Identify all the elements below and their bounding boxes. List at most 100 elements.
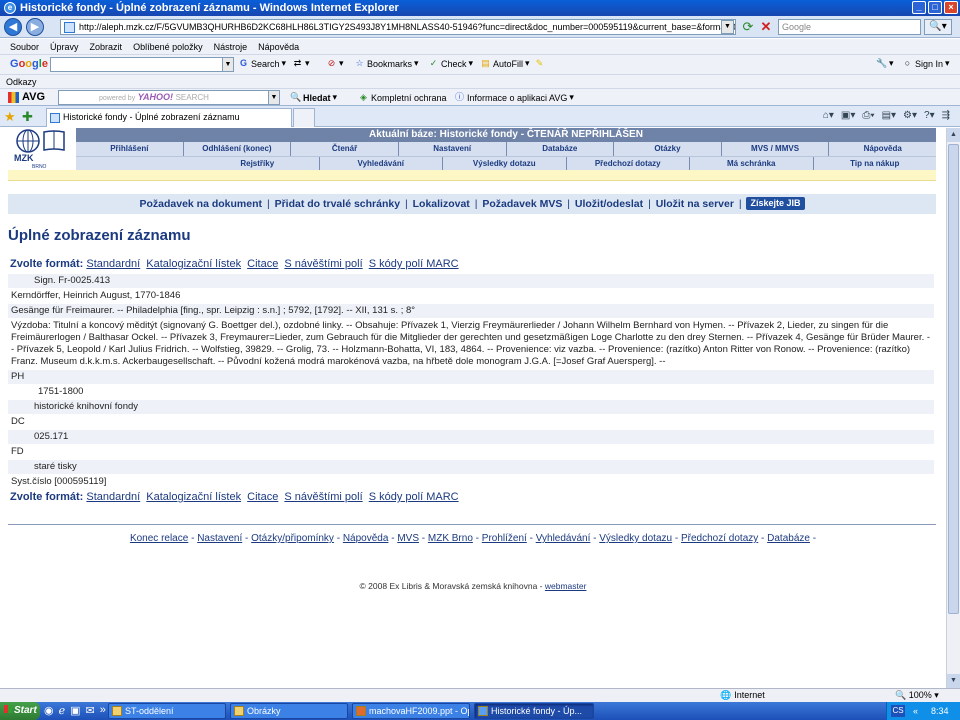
feeds-icon[interactable]: ▣▾ [841,110,855,121]
action-pozadavek-dokument[interactable]: Požadavek na dokument [139,198,262,210]
format-katalogizacni-listek[interactable]: Katalogizační lístek [146,258,241,270]
settings-button[interactable]: 🔧 ▾ [876,58,894,69]
nav-rejstriky[interactable]: Rejstříky [196,157,320,170]
google-search-button[interactable]: G Search ▾ [238,58,286,69]
menu-item-upravy[interactable]: Úpravy [50,42,79,52]
nav-prihlaseni[interactable]: Přihlášení [76,142,184,156]
firefox-icon[interactable]: ◉ [44,704,54,717]
nav-predchozi-dotazy[interactable]: Předchozí dotazy [567,157,690,170]
menu-item-zobrazit[interactable]: Zobrazit [90,42,123,52]
footer-link[interactable]: Databáze [767,533,810,544]
signin-button[interactable]: ○ Sign In ▾ [902,58,950,69]
popup-blocker-button[interactable]: ⊘ ▾ [326,58,344,69]
close-button[interactable]: × [944,1,958,14]
security-zone[interactable]: 🌐 Internet [720,689,765,702]
menu-item-nastroje[interactable]: Nástroje [214,42,248,52]
menu-item-oblibene[interactable]: Oblíbené položky [133,42,203,52]
action-ulozit-server[interactable]: Uložit na server [656,198,734,210]
avg-search-input[interactable]: powered by YAHOO! SEARCH [58,90,280,105]
highlight-button[interactable]: ✎ [534,58,545,69]
home-icon[interactable]: ⌂▾ [823,110,834,121]
refresh-icon[interactable]: ⟳ [740,19,756,35]
spellcheck-button[interactable]: ✓ Check ▾ [428,58,473,69]
scroll-down-arrow-icon[interactable]: ▼ [947,674,960,688]
format-citace[interactable]: Citace [247,258,278,270]
language-indicator[interactable]: CS [891,705,905,717]
action-pozadavek-mvs[interactable]: Požadavek MVS [482,198,562,210]
scroll-thumb[interactable] [948,144,959,614]
format-katalogizacni-listek[interactable]: Katalogizační lístek [146,491,241,503]
format-s-navestimi[interactable]: S návěštími polí [284,491,362,503]
favorites-star-icon[interactable]: ★ [4,109,16,125]
nav-vyhledavani[interactable]: Vyhledávání [320,157,443,170]
format-s-kody-marc[interactable]: S kódy polí MARC [369,258,459,270]
new-tab-button[interactable] [293,108,315,127]
stop-icon[interactable]: ✕ [758,19,774,35]
action-pridat-schranka[interactable]: Přidat do trvalé schránky [275,198,400,210]
mzk-logo[interactable]: MZK BRNO [8,128,74,170]
footer-link[interactable]: MZK Brno [428,533,473,544]
footer-link[interactable]: Konec relace [130,533,188,544]
print-icon[interactable]: ⎙▾ [862,110,874,121]
search-input[interactable]: Google [778,19,921,35]
minimize-button[interactable]: _ [912,1,926,14]
tray-expand-icon[interactable]: « [913,702,918,720]
tools-icon[interactable]: ⚙▾ [903,110,917,121]
footer-link[interactable]: Vyhledávání [536,533,591,544]
nav-vysledky-dotazu[interactable]: Výsledky dotazu [443,157,567,170]
avg-info-button[interactable]: ⓘ Informace o aplikaci AVG ▾ [454,92,574,103]
links-bar[interactable]: Odkazy [0,74,960,88]
nav-nastaveni[interactable]: Nastavení [399,142,507,156]
footer-link[interactable]: Výsledky dotazu [599,533,672,544]
hledat-button[interactable]: 🔍 Hledat ▾ [290,92,337,103]
zoom-level[interactable]: 🔍 100% ▾ [895,689,939,702]
nav-otazky[interactable]: Otázky [614,142,722,156]
page-menu-icon[interactable]: ▤▾ [882,110,896,121]
address-input[interactable]: http://aleph.mzk.cz/F/5GVUMB3QHURHB6D2KC… [60,19,736,35]
nav-napoveda[interactable]: Nápověda [829,142,936,156]
ie-quicklaunch-icon[interactable]: ℯ [59,704,66,717]
nav-ma-schranka[interactable]: Má schránka [690,157,814,170]
autofill-button[interactable]: ▤ AutoFill ▾ [480,58,529,69]
nav-databaze[interactable]: Databáze [507,142,615,156]
footer-link[interactable]: Předchozí dotazy [681,533,758,544]
search-go-button[interactable]: 🔍▾ [924,19,952,35]
nav-mvs[interactable]: MVS / MMVS [722,142,830,156]
bookmarks-button[interactable]: ☆ Bookmarks ▾ [354,58,418,69]
maximize-button[interactable]: □ [928,1,942,14]
nav-ctenar[interactable]: Čtenář [291,142,399,156]
format-s-kody-marc[interactable]: S kódy polí MARC [369,491,459,503]
vertical-scrollbar[interactable]: ▲ ▼ [946,128,960,688]
format-standardni[interactable]: Standardní [86,491,140,503]
start-button[interactable]: Start [0,702,40,720]
taskbar-btn-ppt[interactable]: machovaHF2009.ppt - Op... [352,703,470,719]
avg-logo[interactable]: AVG [8,91,45,103]
format-standardni[interactable]: Standardní [86,258,140,270]
research-icon[interactable]: ⇶ [942,110,950,121]
scroll-up-arrow-icon[interactable]: ▲ [947,128,960,142]
nav-tip-na-nakup[interactable]: Tip na nákup [814,157,937,170]
google-search-dropdown[interactable]: ▼ [222,57,234,72]
menu-item-napoveda[interactable]: Nápověda [258,42,299,52]
share-button[interactable]: ⇄ ▾ [292,58,310,69]
taskbar-btn-obrazky[interactable]: Obrázky [230,703,348,719]
webmaster-link[interactable]: webmaster [545,581,587,591]
more-icon[interactable]: » [100,704,106,717]
footer-link[interactable]: Prohlížení [482,533,527,544]
footer-link[interactable]: Nastavení [197,533,242,544]
google-search-input[interactable] [50,57,226,72]
tab-historicke-fondy[interactable]: Historické fondy - Úplné zobrazení zázna… [46,108,292,127]
format-citace[interactable]: Citace [247,491,278,503]
jib-button[interactable]: Získejte JIB [746,197,805,210]
folder-icon[interactable]: ▣ [70,704,80,717]
action-ulozit-odeslat[interactable]: Uložit/odeslat [575,198,643,210]
menu-item-soubor[interactable]: Soubor [10,42,39,52]
format-s-navestimi[interactable]: S návěštími polí [284,258,362,270]
kompletni-ochrana-button[interactable]: ◈ Kompletní ochrana [358,92,447,103]
address-dropdown-button[interactable]: ▼ [721,20,734,34]
action-lokalizovat[interactable]: Lokalizovat [413,198,470,210]
outlook-icon[interactable]: ✉ [86,704,95,717]
taskbar-btn-st-oddeleni[interactable]: ST-oddělení [108,703,226,719]
avg-search-dropdown[interactable]: ▼ [268,90,280,105]
footer-link[interactable]: Otázky/připomínky [251,533,334,544]
